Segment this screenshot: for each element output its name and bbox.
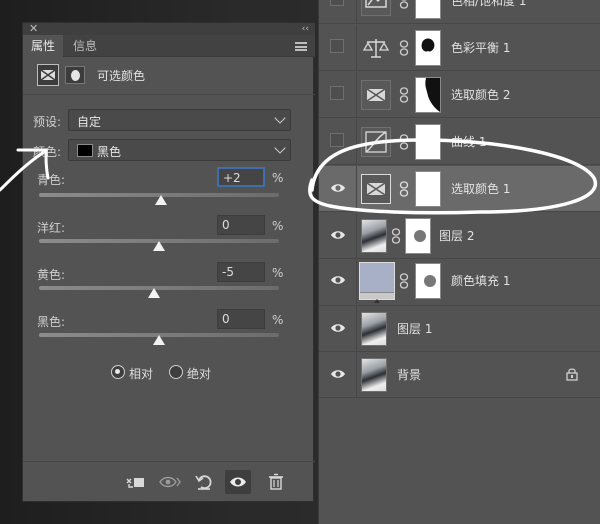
eye-icon[interactable] <box>330 229 346 241</box>
magenta-slider-thumb[interactable] <box>153 241 165 251</box>
color-balance-icon <box>361 33 391 63</box>
layer-name: 颜色填充 1 <box>451 274 511 288</box>
adjustment-title: 可选颜色 <box>97 69 146 83</box>
yellow-label: 黄色: <box>37 268 66 282</box>
fill-color-thumbnail[interactable] <box>359 262 395 303</box>
adjustment-header: 可选颜色 <box>23 57 315 95</box>
preset-value: 自定 <box>77 115 102 129</box>
layer-mask-thumbnail[interactable] <box>415 124 441 160</box>
layer-row-layer-2[interactable]: 图层 2 <box>319 213 600 259</box>
cyan-label: 青色: <box>37 173 66 187</box>
layer-thumbnail[interactable] <box>361 312 387 346</box>
layer-thumbnail[interactable] <box>361 219 387 253</box>
layer-mask-icon[interactable] <box>65 66 85 84</box>
mask-link-icon[interactable] <box>399 87 409 103</box>
properties-panel: ✕ ‹‹ 属性 信息 可选颜色 预设: 自定 颜色: 黑色 青色: +2 % 洋… <box>22 22 315 502</box>
view-previous-icon[interactable] <box>157 470 183 494</box>
black-slider-thumb[interactable] <box>153 335 165 345</box>
eye-icon[interactable] <box>330 322 346 334</box>
reset-icon[interactable] <box>191 470 217 494</box>
mask-link-icon[interactable] <box>399 181 409 197</box>
panel-title-bar: ✕ ‹‹ <box>23 23 315 35</box>
color-label: 颜色: <box>33 145 62 159</box>
layer-row-layer-1[interactable]: 图层 1 <box>319 306 600 352</box>
mask-link-icon[interactable] <box>391 228 401 244</box>
percent-unit: % <box>272 313 284 327</box>
layer-name: 色相/饱和度 1 <box>451 0 527 8</box>
layer-name: 选取颜色 2 <box>451 88 511 102</box>
magenta-input[interactable]: 0 <box>217 215 265 235</box>
eye-icon[interactable] <box>330 368 346 380</box>
tab-info[interactable]: 信息 <box>65 35 105 57</box>
visibility-toggle[interactable] <box>330 39 344 53</box>
layer-row-hue-saturation[interactable]: 色相/饱和度 1 <box>319 0 600 24</box>
percent-unit: % <box>272 266 284 280</box>
selective-color-icon <box>361 174 391 204</box>
layer-row-color-balance[interactable]: 色彩平衡 1 <box>319 25 600 71</box>
yellow-input[interactable]: -5 <box>217 262 265 282</box>
panel-menu-icon[interactable] <box>295 42 307 51</box>
layer-row-curves[interactable]: 曲线 1 <box>319 119 600 165</box>
curves-icon <box>361 127 391 157</box>
layer-name: 曲线 1 <box>451 135 487 149</box>
mask-link-icon[interactable] <box>399 273 409 289</box>
layers-panel: 色相/饱和度 1 色彩平衡 1 选取颜色 2 曲线 1 选取颜色 1 图层 2 … <box>318 0 600 524</box>
relative-radio[interactable] <box>111 365 125 379</box>
mask-link-icon[interactable] <box>399 134 409 150</box>
mask-link-icon[interactable] <box>399 0 409 9</box>
collapse-icon[interactable]: ‹‹ <box>302 23 309 35</box>
panel-tabs: 属性 信息 <box>23 35 315 57</box>
absolute-label[interactable]: 绝对 <box>187 365 211 382</box>
percent-unit: % <box>272 219 284 233</box>
eye-icon[interactable] <box>225 470 251 494</box>
layer-name: 图层 1 <box>397 322 433 336</box>
panel-footer <box>23 461 315 501</box>
layer-mask-thumbnail[interactable] <box>415 30 441 66</box>
eye-icon[interactable] <box>330 182 346 194</box>
black-label: 黑色: <box>37 315 66 329</box>
visibility-toggle[interactable] <box>330 86 344 100</box>
cyan-input[interactable]: +2 <box>217 167 265 187</box>
layer-name: 图层 2 <box>439 229 475 243</box>
close-icon[interactable]: ✕ <box>29 23 38 35</box>
relative-label[interactable]: 相对 <box>129 365 153 382</box>
layer-row-selective-color-1[interactable]: 选取颜色 1 <box>319 166 600 212</box>
layer-mask-thumbnail[interactable] <box>415 77 441 113</box>
color-select[interactable]: 黑色 <box>68 139 291 161</box>
layer-mask-thumbnail[interactable] <box>415 171 441 207</box>
layer-row-background[interactable]: 背景 <box>319 352 600 398</box>
mask-link-icon[interactable] <box>399 40 409 56</box>
yellow-slider-thumb[interactable] <box>148 288 161 298</box>
color-value: 黑色 <box>97 145 122 159</box>
hue-saturation-icon <box>361 0 391 16</box>
layer-mask-thumbnail[interactable] <box>415 0 441 19</box>
percent-unit: % <box>272 171 284 185</box>
color-swatch <box>77 144 93 157</box>
chevron-down-icon <box>274 112 286 124</box>
lock-icon[interactable] <box>565 367 579 381</box>
layer-name: 选取颜色 1 <box>451 182 511 196</box>
tab-properties[interactable]: 属性 <box>23 35 64 57</box>
selective-color-icon[interactable] <box>37 64 59 86</box>
cyan-slider-thumb[interactable] <box>155 195 168 205</box>
preset-select[interactable]: 自定 <box>68 109 291 131</box>
layer-name: 色彩平衡 1 <box>451 41 511 55</box>
trash-icon[interactable] <box>263 470 289 494</box>
magenta-label: 洋红: <box>37 221 66 235</box>
layer-row-selective-color-2[interactable]: 选取颜色 2 <box>319 72 600 118</box>
layer-row-color-fill[interactable]: 颜色填充 1 <box>319 258 600 306</box>
visibility-toggle[interactable] <box>330 0 344 6</box>
layer-mask-thumbnail[interactable] <box>405 218 431 254</box>
absolute-radio[interactable] <box>169 365 183 379</box>
selective-color-icon <box>361 80 391 110</box>
black-input[interactable]: 0 <box>217 309 265 329</box>
eye-icon[interactable] <box>330 274 346 286</box>
layer-name: 背景 <box>397 368 422 382</box>
clip-to-layer-icon[interactable] <box>123 470 149 494</box>
preset-label: 预设: <box>33 115 62 129</box>
layer-mask-thumbnail[interactable] <box>415 263 441 299</box>
layer-thumbnail[interactable] <box>361 358 387 392</box>
chevron-down-icon <box>274 142 286 154</box>
visibility-toggle[interactable] <box>330 133 344 147</box>
